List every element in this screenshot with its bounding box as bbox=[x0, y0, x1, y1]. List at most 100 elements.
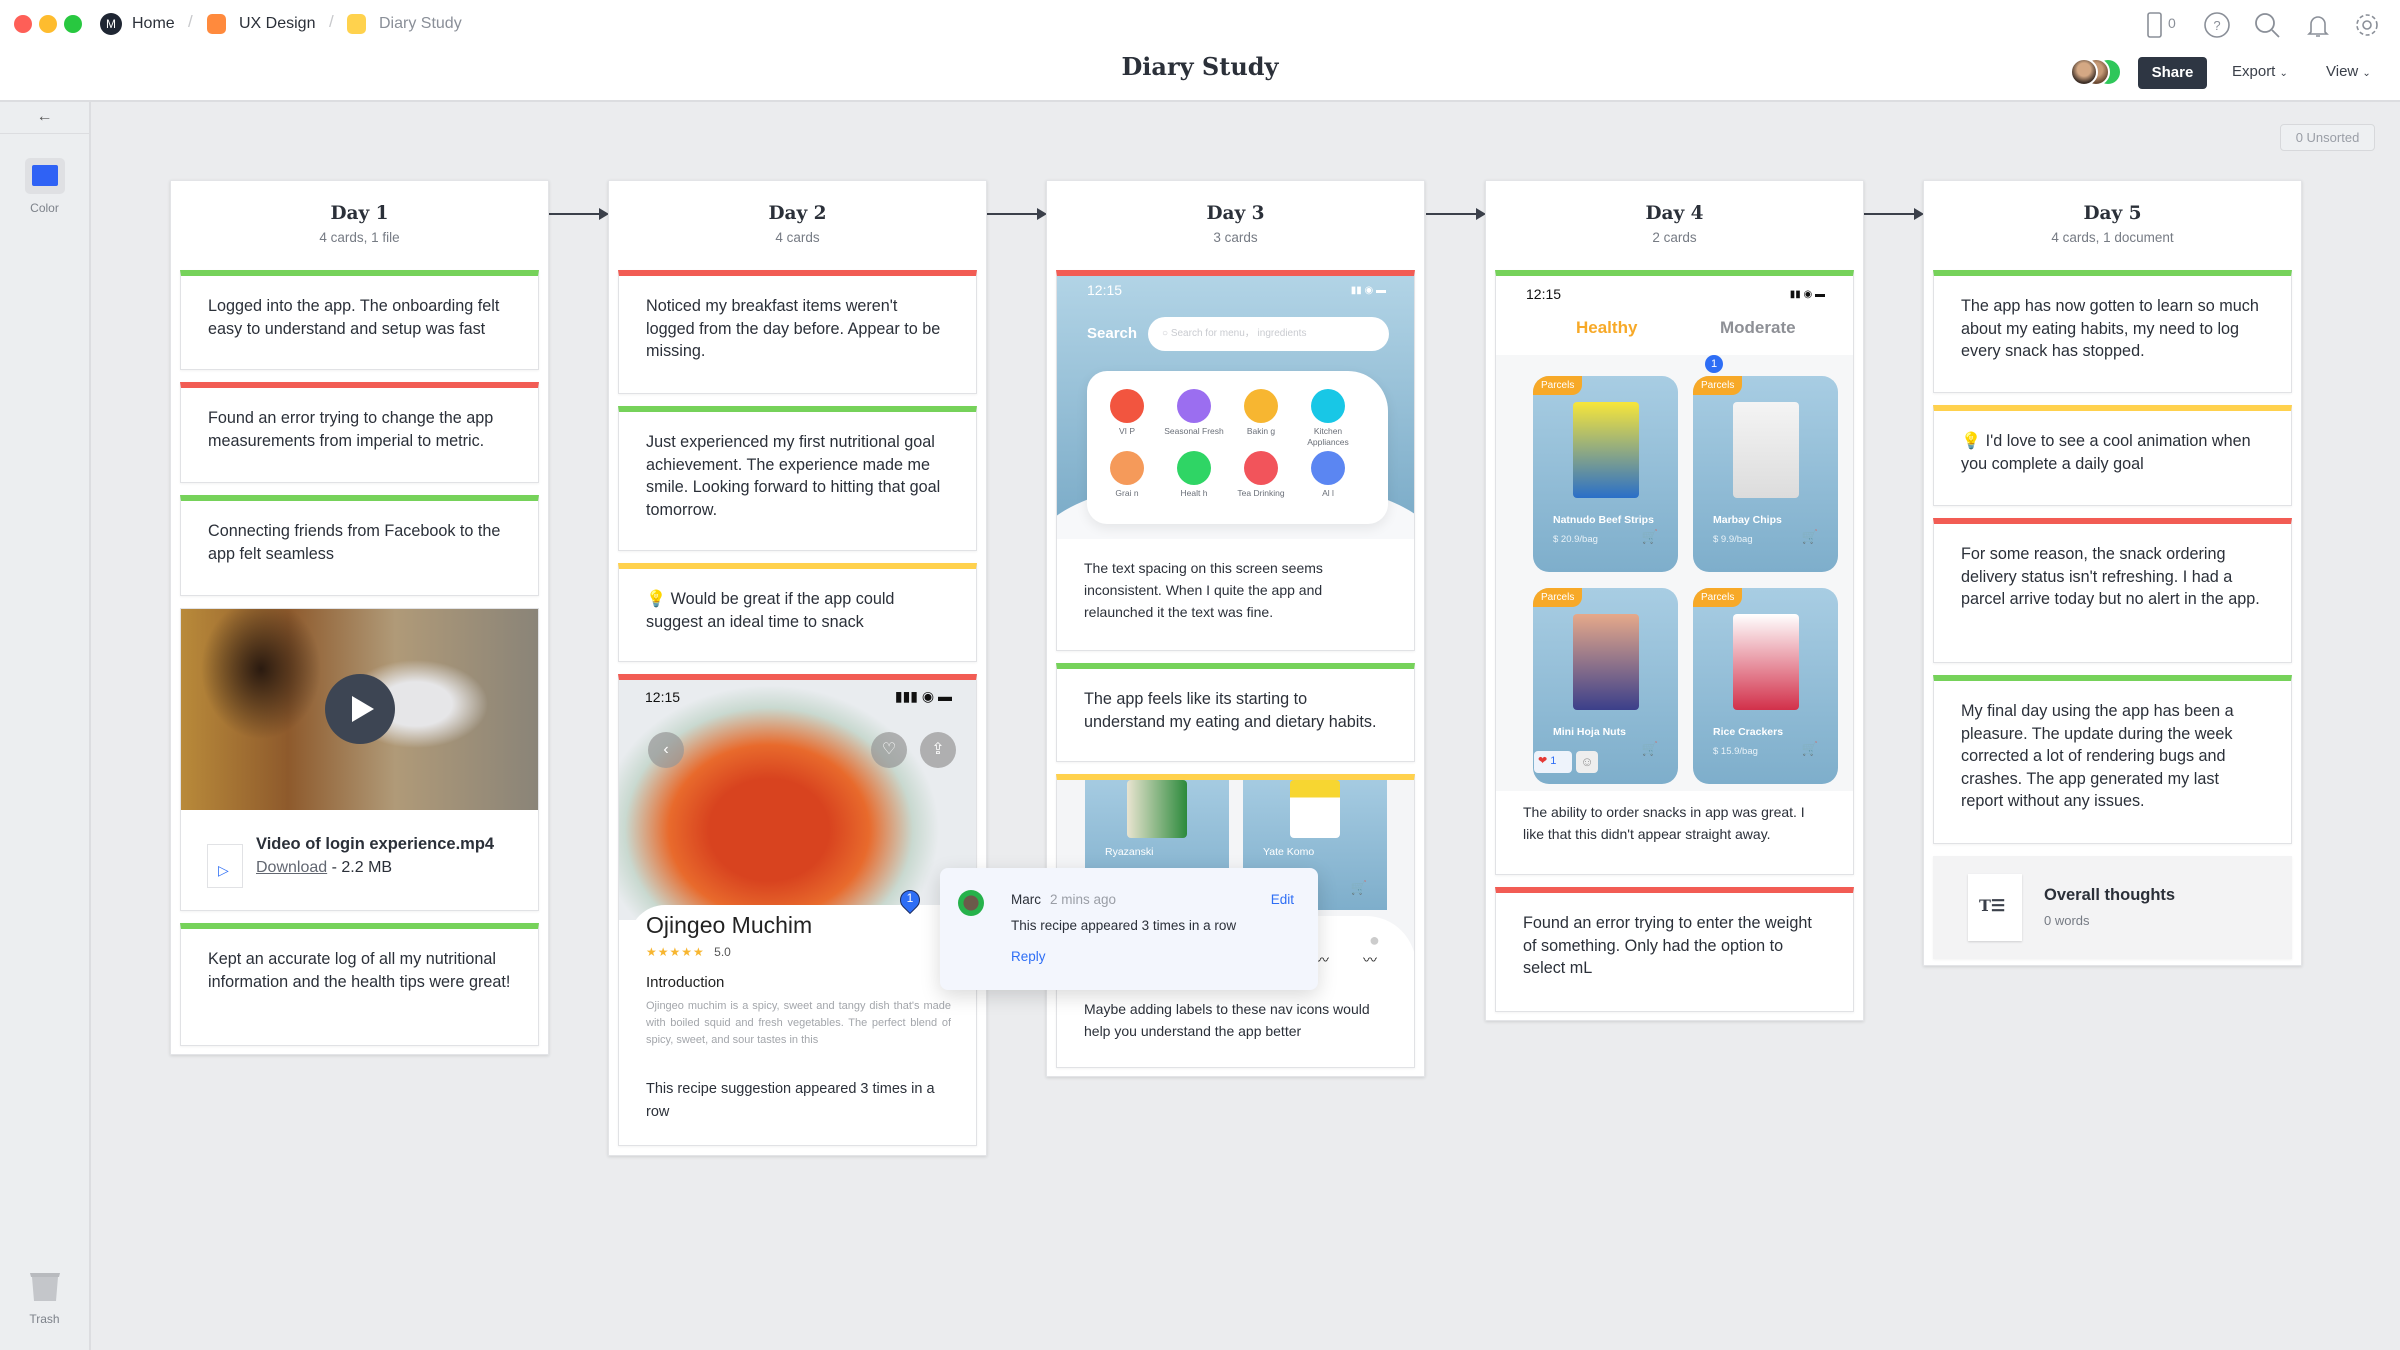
video-thumbnail[interactable] bbox=[181, 609, 538, 810]
window-minimize-button[interactable] bbox=[39, 15, 57, 33]
column-subtitle: 2 cards bbox=[1652, 230, 1697, 245]
breadcrumb-separator: / bbox=[329, 12, 334, 31]
note-card[interactable]: 💡 Would be great if the app could sugges… bbox=[618, 563, 977, 662]
product-image bbox=[1732, 614, 1799, 710]
rating-value: 5.0 bbox=[714, 945, 731, 959]
help-icon[interactable]: ? bbox=[2202, 10, 2232, 40]
play-icon bbox=[352, 696, 374, 722]
note-card[interactable]: 💡 I'd love to see a cool animation when … bbox=[1933, 405, 2292, 506]
column-title: Day 5 bbox=[2083, 203, 2142, 224]
intro-heading: Introduction bbox=[646, 974, 725, 991]
comment-pin[interactable]: 1 bbox=[1705, 355, 1723, 373]
card-text: Just experienced my first nutritional go… bbox=[646, 433, 941, 519]
product-image bbox=[1732, 402, 1799, 498]
comment-time: 2 mins ago bbox=[1050, 892, 1117, 907]
back-arrow-icon[interactable]: ← bbox=[0, 102, 89, 134]
heart-icon: ♡ bbox=[871, 732, 907, 768]
card-text: The text spacing on this screen seems in… bbox=[1084, 560, 1323, 620]
reaction-heart[interactable]: ❤ 1 bbox=[1534, 751, 1572, 773]
status-time: 12:15 bbox=[1087, 282, 1123, 298]
category-label: VI P bbox=[1118, 426, 1136, 436]
product-price: $ 9.9/bag bbox=[1713, 534, 1753, 545]
add-reaction-icon[interactable]: ☺ bbox=[1576, 751, 1598, 773]
note-card[interactable]: Connecting friends from Facebook to the … bbox=[180, 495, 539, 596]
comment-popover[interactable]: Marc 2 mins ago Edit This recipe appeare… bbox=[940, 868, 1318, 990]
product-name: Marbay Chips bbox=[1713, 514, 1782, 526]
connector-arrow[interactable] bbox=[1426, 208, 1486, 220]
connector-arrow[interactable] bbox=[549, 208, 609, 220]
note-card[interactable]: For some reason, the snack ordering deli… bbox=[1933, 518, 2292, 663]
note-card[interactable]: Kept an accurate log of all my nutrition… bbox=[180, 923, 539, 1046]
note-card[interactable]: Noticed my breakfast items weren't logge… bbox=[618, 270, 977, 394]
color-label: Color bbox=[30, 201, 59, 215]
chevron-down-icon: ⌄ bbox=[2362, 68, 2371, 79]
image-card[interactable]: 12:15 ▮▮ ◉ ▬ Search ○ Search for menu， in… bbox=[1056, 270, 1415, 651]
note-card[interactable]: The app has now gotten to learn so much … bbox=[1933, 270, 2292, 393]
image-card[interactable]: 12:15 ▮▮ ◉ ▬ Healthy Moderate Parcels Nat… bbox=[1495, 270, 1854, 875]
search-icon: ○ bbox=[1162, 328, 1169, 339]
column-day-5[interactable]: Day 5 4 cards, 1 document The app has now… bbox=[1923, 180, 2302, 966]
parcel-badge: Parcels bbox=[1533, 588, 1583, 607]
recipe-screenshot: 12:15 ▮▮▮ ◉ ▬ ‹ ♡ ⇪ Ojingeo Muchim ★★★★★ … bbox=[619, 680, 976, 1145]
note-card[interactable]: Just experienced my first nutritional go… bbox=[618, 406, 977, 551]
status-time: 12:15 bbox=[645, 688, 681, 705]
gear-icon[interactable] bbox=[2352, 10, 2382, 40]
download-link[interactable]: Download bbox=[256, 859, 327, 876]
status-bar: 12:15 ▮▮ ◉ ▬ bbox=[1057, 282, 1414, 298]
category-label: Kitchen Appliances bbox=[1307, 426, 1349, 447]
top-bar: M Home / UX Design / Diary Study Diary S… bbox=[0, 0, 2400, 102]
window-close-button[interactable] bbox=[14, 15, 32, 33]
battery-icon: ▮▮▮ ◉ ▬ bbox=[894, 688, 952, 704]
note-card[interactable]: Found an error trying to enter the weigh… bbox=[1495, 887, 1854, 1012]
note-card[interactable]: My final day using the app has been a pl… bbox=[1933, 675, 2292, 844]
board-icon bbox=[347, 14, 366, 34]
category-icon bbox=[1177, 451, 1211, 485]
trash-label: Trash bbox=[29, 1312, 60, 1326]
breadcrumb-ux-design[interactable]: UX Design bbox=[239, 13, 315, 35]
view-menu[interactable]: View ⌄ bbox=[2326, 63, 2371, 80]
share-button[interactable]: Share bbox=[2138, 57, 2207, 89]
note-card[interactable]: Found an error trying to change the app … bbox=[180, 382, 539, 483]
comment-author: Marc bbox=[1011, 892, 1041, 907]
column-subtitle: 4 cards, 1 file bbox=[319, 230, 400, 245]
tab-healthy: Healthy bbox=[1576, 318, 1638, 337]
note-card[interactable]: The app feels like its starting to under… bbox=[1056, 663, 1415, 762]
trash-icon[interactable] bbox=[27, 1268, 63, 1304]
video-file-card[interactable]: ▷ Video of login experience.mp4 Download… bbox=[180, 608, 539, 911]
unsorted-button[interactable]: 0 Unsorted bbox=[2280, 124, 2375, 151]
reply-button[interactable]: Reply bbox=[1011, 949, 1046, 964]
window-maximize-button[interactable] bbox=[64, 15, 82, 33]
play-button[interactable] bbox=[325, 674, 395, 744]
category-icon bbox=[1311, 389, 1345, 423]
column-day-4[interactable]: Day 4 2 cards 12:15 ▮▮ ◉ ▬ Healthy Moderat… bbox=[1485, 180, 1864, 1021]
column-day-2[interactable]: Day 2 4 cards Noticed my breakfast items … bbox=[608, 180, 987, 1156]
signal-icon: ▮▮ ◉ ▬ bbox=[1789, 288, 1825, 300]
document-card[interactable]: T☰ Overall thoughts 0 words bbox=[1933, 856, 2292, 959]
note-card[interactable]: Logged into the app. The onboarding felt… bbox=[180, 270, 539, 370]
connector-arrow[interactable] bbox=[987, 208, 1047, 220]
page-title: Diary Study bbox=[1121, 52, 1279, 81]
category-label: Al l bbox=[1322, 488, 1334, 498]
product-name: Rice Crackers bbox=[1713, 726, 1784, 738]
sidebar: ← Color Trash bbox=[0, 102, 91, 1350]
column-day-1[interactable]: Day 1 4 cards, 1 file Logged into the app… bbox=[170, 180, 549, 1055]
search-screen-screenshot: 12:15 ▮▮ ◉ ▬ Search ○ Search for menu， in… bbox=[1057, 276, 1414, 539]
card-text: Kept an accurate log of all my nutrition… bbox=[208, 950, 511, 991]
card-text: This recipe suggestion appeared 3 times … bbox=[646, 1081, 935, 1120]
export-menu[interactable]: Export ⌄ bbox=[2232, 63, 2288, 80]
share-icon: ⇪ bbox=[920, 732, 956, 768]
card-text: The app feels like its starting to under… bbox=[1084, 690, 1377, 731]
edit-comment-button[interactable]: Edit bbox=[1271, 892, 1294, 907]
collaborator-avatars[interactable] bbox=[2070, 58, 2130, 88]
bell-icon[interactable] bbox=[2303, 10, 2333, 40]
connector-arrow[interactable] bbox=[1864, 208, 1924, 220]
color-tool[interactable] bbox=[25, 158, 65, 194]
mobile-icon[interactable] bbox=[2140, 10, 2170, 40]
breadcrumb-home[interactable]: Home bbox=[132, 13, 175, 35]
product-price: $ 15.9/bag bbox=[1713, 746, 1758, 757]
column-title: Day 1 bbox=[330, 203, 389, 224]
milanote-logo-icon[interactable]: M bbox=[100, 13, 122, 35]
search-icon[interactable] bbox=[2252, 10, 2282, 40]
device-count: 0 bbox=[2168, 15, 2176, 31]
image-card[interactable]: 12:15 ▮▮▮ ◉ ▬ ‹ ♡ ⇪ Ojingeo Muchim ★★★★★ … bbox=[618, 674, 977, 1146]
